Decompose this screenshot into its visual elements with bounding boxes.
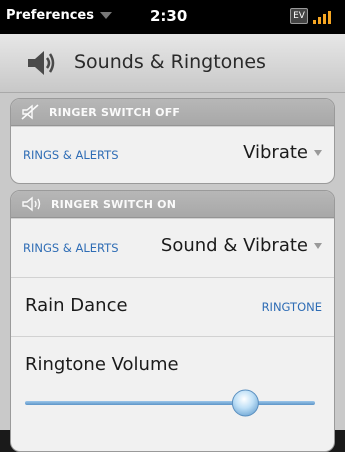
- sounds-speaker-icon: [28, 51, 55, 75]
- ringer-on-rings-alerts-row[interactable]: RINGS & ALERTS Sound & Vibrate: [11, 218, 334, 277]
- rings-alerts-label: RINGS & ALERTS: [23, 241, 119, 255]
- ringtone-row[interactable]: Rain Dance RINGTONE: [11, 277, 334, 336]
- ringer-off-heading-text: RINGER SWITCH OFF: [49, 105, 181, 119]
- volume-slider-track[interactable]: [25, 401, 315, 405]
- signal-bars-icon: [311, 10, 335, 24]
- rings-alerts-label: RINGS & ALERTS: [23, 148, 119, 162]
- rings-alerts-value: Sound & Vibrate: [160, 235, 308, 256]
- chevron-down-icon: [99, 12, 112, 19]
- page-title: Sounds & Ringtones: [74, 51, 266, 73]
- preferences-scene: Sounds & Ringtones RINGER SWITCH OFF RIN…: [0, 34, 345, 452]
- status-bar: Preferences 2:30 EV: [0, 0, 345, 34]
- ringer-on-heading-text: RINGER SWITCH ON: [51, 197, 177, 211]
- ringer-off-heading: RINGER SWITCH OFF: [11, 99, 334, 126]
- chevron-down-icon: [314, 150, 322, 156]
- ev-badge: EV: [290, 8, 308, 24]
- ringtone-label: RINGTONE: [261, 300, 322, 314]
- chevron-down-icon: [314, 243, 322, 249]
- ringer-on-group: RINGER SWITCH ON RINGS & ALERTS Sound & …: [10, 190, 335, 452]
- ringtone-name: Rain Dance: [25, 295, 128, 316]
- ringtone-volume-row: Ringtone Volume: [11, 336, 334, 451]
- app-menu[interactable]: Preferences: [6, 8, 112, 23]
- volume-slider-knob[interactable]: [231, 389, 259, 417]
- ringer-off-rings-alerts-row[interactable]: RINGS & ALERTS Vibrate: [11, 126, 334, 183]
- app-name: Preferences: [6, 8, 94, 23]
- clock: 2:30: [150, 7, 188, 25]
- rings-alerts-value: Vibrate: [243, 142, 308, 163]
- speaker-waves-icon: [22, 196, 41, 212]
- ringtone-volume-label: Ringtone Volume: [25, 354, 179, 375]
- muted-speaker-icon: [21, 104, 39, 120]
- ringer-on-heading: RINGER SWITCH ON: [11, 191, 334, 218]
- page-header: Sounds & Ringtones: [0, 34, 345, 93]
- ringer-off-group: RINGER SWITCH OFF RINGS & ALERTS Vibrate: [10, 98, 335, 184]
- volume-slider[interactable]: [21, 385, 321, 421]
